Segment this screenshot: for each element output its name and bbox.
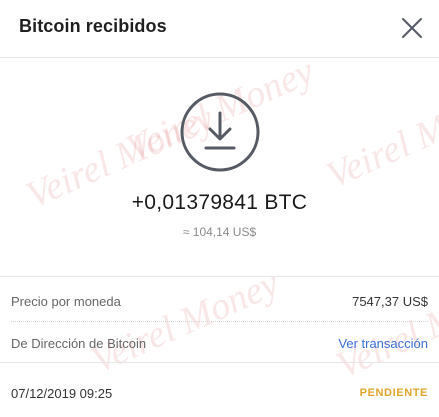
fiat-amount: ≈ 104,14 US$ [182,225,257,239]
price-per-coin-value: 7547,37 US$ [352,294,428,309]
dialog-header: Bitcoin recibidos [0,0,439,58]
from-address-label: De Dirección de Bitcoin [11,336,147,351]
close-icon [402,18,422,38]
from-address-row: De Dirección de Bitcoin Ver transacción [0,322,439,364]
dialog-title: Bitcoin recibidos [19,16,167,36]
status-badge: PENDIENTE [359,387,428,399]
transaction-date: 07/12/2019 09:25 [11,386,113,401]
price-per-coin-row: Precio por moneda 7547,37 US$ [0,280,439,322]
crypto-amount: +0,01379841 BTC [131,191,308,214]
price-per-coin-label: Precio por moneda [11,294,121,309]
close-button[interactable] [398,14,426,42]
watermark: Veirel Money [320,77,439,197]
view-transaction-link[interactable]: Ver transacción [338,336,428,351]
transaction-footer: 07/12/2019 09:25 PENDIENTE [0,362,439,417]
download-arrow-icon [179,91,261,173]
details-divider [0,276,439,277]
